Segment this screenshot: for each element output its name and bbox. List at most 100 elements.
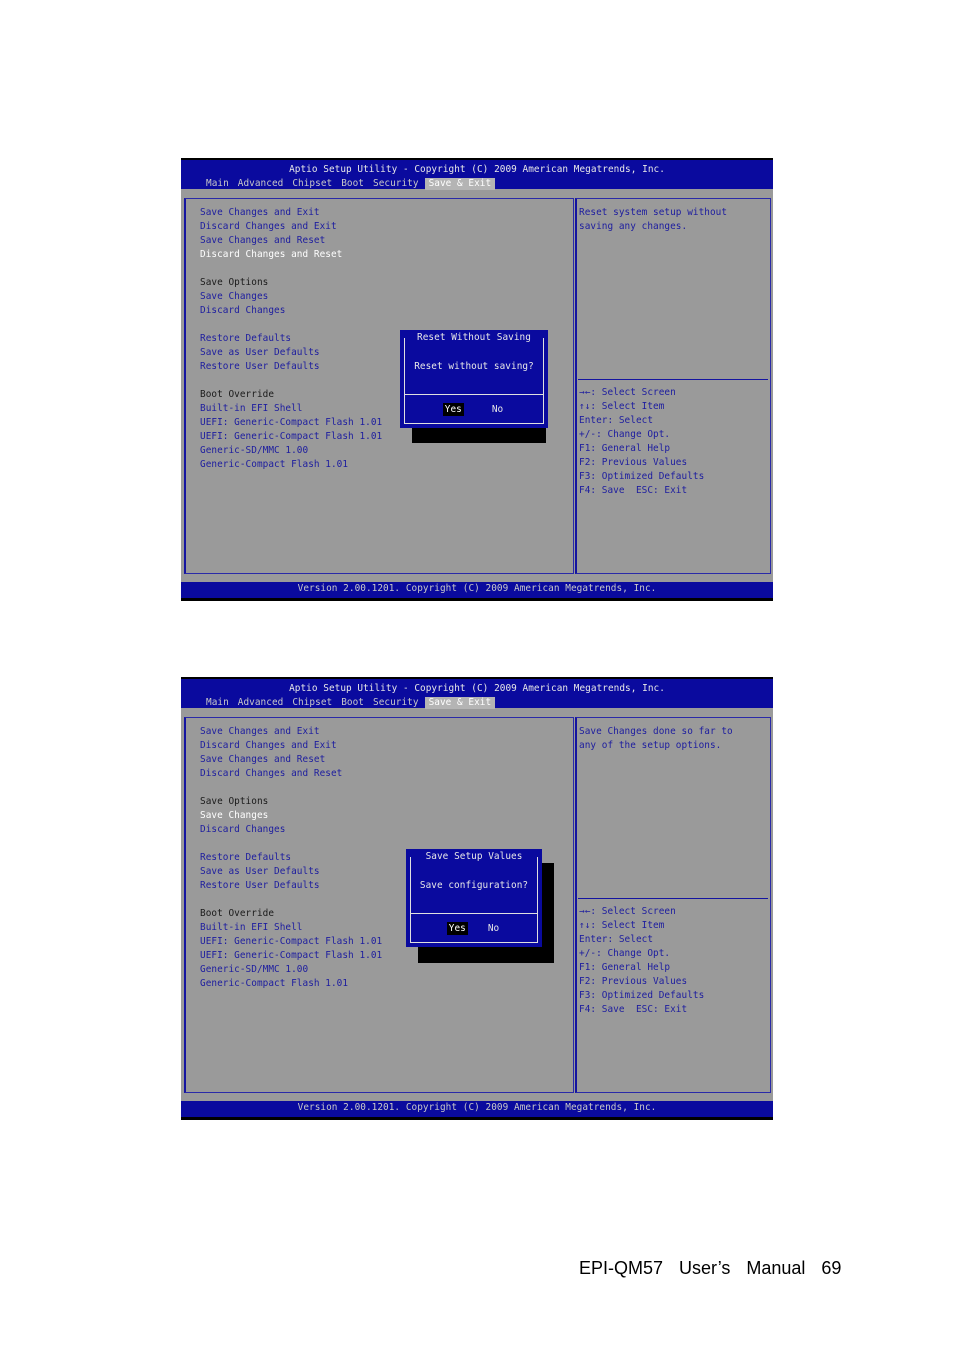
boot-override-item[interactable]: UEFI: Generic-Compact Flash 1.01: [200, 949, 382, 963]
boot-override-item[interactable]: Generic-Compact Flash 1.01: [200, 458, 382, 472]
key-help-line: ↑↓: Select Item: [579, 401, 665, 412]
tab-main[interactable]: Main: [203, 178, 232, 190]
boot-override-item[interactable]: UEFI: Generic-Compact Flash 1.01: [200, 935, 382, 949]
dialog-buttons: Yes No: [402, 403, 546, 416]
key-help-line: →←: Select Screen: [579, 906, 676, 917]
key-help-line: F4: Save ESC: Exit: [579, 1004, 688, 1015]
menu-item-save-user-defaults[interactable]: Save as User Defaults: [200, 865, 382, 879]
help-line: Save Changes done so far to: [579, 726, 733, 737]
key-help-line: F1: General Help: [579, 443, 671, 454]
tab-bar: Main Advanced Chipset Boot Security Save…: [203, 697, 498, 709]
bios-screen-reset-without-saving: Aptio Setup Utility - Copyright (C) 2009…: [181, 158, 773, 601]
dialog-message: Save configuration?: [419, 880, 529, 891]
reset-without-saving-dialog: Reset Without Saving Reset without savin…: [400, 330, 548, 428]
menu-item-save-changes-and-exit[interactable]: Save Changes and Exit: [200, 725, 382, 739]
menu-item-discard-changes[interactable]: Discard Changes: [200, 304, 382, 318]
menu-item-restore-defaults[interactable]: Restore Defaults: [200, 332, 382, 346]
key-help-line: F4: Save ESC: Exit: [579, 485, 688, 496]
dialog-message: Reset without saving?: [414, 361, 534, 372]
key-help-line: F3: Optimized Defaults: [579, 471, 705, 482]
key-help-line: +/-: Change Opt.: [579, 429, 671, 440]
menu-item-restore-defaults[interactable]: Restore Defaults: [200, 851, 382, 865]
section-header-save-options: Save Options: [200, 796, 269, 807]
tab-security[interactable]: Security: [370, 178, 422, 190]
help-line: any of the setup options.: [579, 740, 722, 751]
boot-override-item[interactable]: UEFI: Generic-Compact Flash 1.01: [200, 416, 382, 430]
bios-screen-save-setup-values: Aptio Setup Utility - Copyright (C) 2009…: [181, 677, 773, 1120]
tab-save-exit[interactable]: Save & Exit: [424, 178, 496, 190]
boot-override-item[interactable]: Generic-Compact Flash 1.01: [200, 977, 382, 991]
dialog-separator: [404, 394, 544, 395]
save-setup-values-dialog: Save Setup Values Save configuration? Ye…: [406, 849, 542, 947]
help-line: saving any changes.: [579, 221, 688, 232]
boot-override-item[interactable]: Generic-SD/MMC 1.00: [200, 963, 382, 977]
item-help-text: Reset system setup without saving any ch…: [579, 206, 769, 234]
menu-item-restore-user-defaults[interactable]: Restore User Defaults: [200, 360, 382, 374]
utility-title: Aptio Setup Utility - Copyright (C) 2009…: [289, 164, 665, 175]
tab-main[interactable]: Main: [203, 697, 232, 709]
version-bar: Version 2.00.1201. Copyright (C) 2009 Am…: [181, 582, 773, 601]
help-divider: [578, 898, 768, 899]
no-button[interactable]: No: [486, 922, 501, 935]
key-help-line: F2: Previous Values: [579, 976, 688, 987]
tab-advanced[interactable]: Advanced: [235, 697, 287, 709]
key-help-line: F2: Previous Values: [579, 457, 688, 468]
yes-button[interactable]: Yes: [442, 403, 464, 416]
menu-item-discard-changes-and-exit[interactable]: Discard Changes and Exit: [200, 739, 382, 753]
section-header-save-options: Save Options: [200, 277, 269, 288]
tab-boot[interactable]: Boot: [338, 178, 367, 190]
tab-chipset[interactable]: Chipset: [289, 178, 335, 190]
menu-item-discard-changes-and-reset[interactable]: Discard Changes and Reset: [200, 248, 382, 262]
help-panel: Save Changes done so far to any of the s…: [575, 717, 771, 1093]
section-header-boot-override: Boot Override: [200, 908, 275, 919]
tab-save-exit[interactable]: Save & Exit: [424, 697, 496, 709]
key-help-line: →←: Select Screen: [579, 387, 676, 398]
menu-item-discard-changes[interactable]: Discard Changes: [200, 823, 382, 837]
key-help-line: Enter: Select: [579, 934, 654, 945]
help-line: Reset system setup without: [579, 207, 728, 218]
menu-item-save-user-defaults[interactable]: Save as User Defaults: [200, 346, 382, 360]
menu-item-discard-changes-and-exit[interactable]: Discard Changes and Exit: [200, 220, 382, 234]
section-header-boot-override: Boot Override: [200, 389, 275, 400]
tab-bar: Main Advanced Chipset Boot Security Save…: [203, 178, 498, 190]
key-help-line: F1: General Help: [579, 962, 671, 973]
boot-override-item[interactable]: Built-in EFI Shell: [200, 402, 382, 416]
key-legend: →←: Select Screen ↑↓: Select Item Enter:…: [579, 905, 704, 1017]
yes-button[interactable]: Yes: [446, 922, 468, 935]
menu-list: Save Changes and Exit Discard Changes an…: [200, 206, 382, 472]
page-footer: EPI-QM57 User’s Manual 69: [579, 1258, 842, 1278]
tab-boot[interactable]: Boot: [338, 697, 367, 709]
dialog-title: Save Setup Values: [423, 851, 525, 862]
version-bar: Version 2.00.1201. Copyright (C) 2009 Am…: [181, 1101, 773, 1120]
title-bar: Aptio Setup Utility - Copyright (C) 2009…: [181, 158, 773, 190]
dialog-title: Reset Without Saving: [415, 332, 533, 343]
key-help-line: Enter: Select: [579, 415, 654, 426]
menu-item-save-changes[interactable]: Save Changes: [200, 809, 382, 823]
item-help-text: Save Changes done so far to any of the s…: [579, 725, 769, 753]
menu-item-save-changes[interactable]: Save Changes: [200, 290, 382, 304]
boot-override-item[interactable]: UEFI: Generic-Compact Flash 1.01: [200, 430, 382, 444]
version-text: Version 2.00.1201. Copyright (C) 2009 Am…: [297, 583, 657, 594]
help-divider: [578, 379, 768, 380]
tab-security[interactable]: Security: [370, 697, 422, 709]
help-panel: Reset system setup without saving any ch…: [575, 198, 771, 574]
tab-advanced[interactable]: Advanced: [235, 178, 287, 190]
tab-chipset[interactable]: Chipset: [289, 697, 335, 709]
menu-item-save-changes-and-reset[interactable]: Save Changes and Reset: [200, 234, 382, 248]
key-legend: →←: Select Screen ↑↓: Select Item Enter:…: [579, 386, 704, 498]
boot-override-item[interactable]: Generic-SD/MMC 1.00: [200, 444, 382, 458]
no-button[interactable]: No: [490, 403, 505, 416]
menu-item-discard-changes-and-reset[interactable]: Discard Changes and Reset: [200, 767, 382, 781]
key-help-line: +/-: Change Opt.: [579, 948, 671, 959]
menu-item-save-changes-and-reset[interactable]: Save Changes and Reset: [200, 753, 382, 767]
key-help-line: ↑↓: Select Item: [579, 920, 665, 931]
boot-override-item[interactable]: Built-in EFI Shell: [200, 921, 382, 935]
menu-item-restore-user-defaults[interactable]: Restore User Defaults: [200, 879, 382, 893]
menu-item-save-changes-and-exit[interactable]: Save Changes and Exit: [200, 206, 382, 220]
key-help-line: F3: Optimized Defaults: [579, 990, 705, 1001]
